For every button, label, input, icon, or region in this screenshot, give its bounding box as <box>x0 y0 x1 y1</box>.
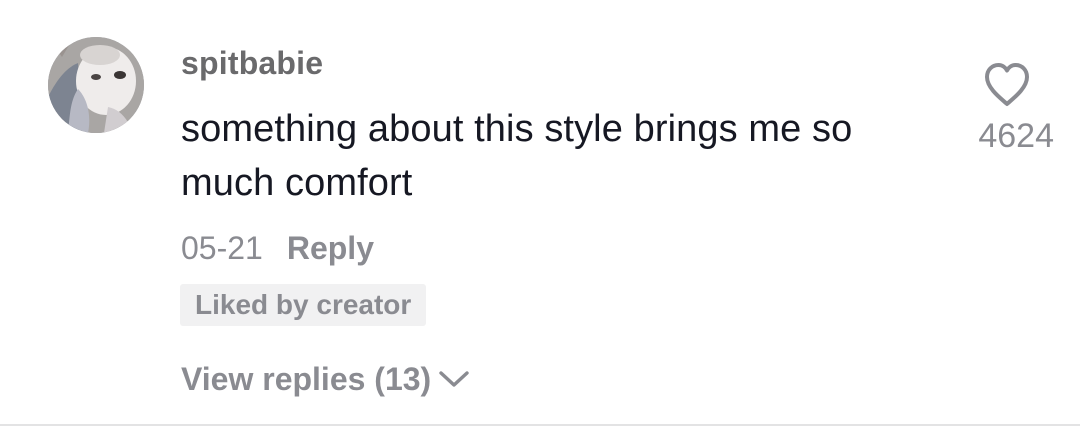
comment-text: something about this style brings me so … <box>181 108 853 204</box>
view-replies-button[interactable]: View replies (13) <box>181 358 471 400</box>
comment-date: 05-21 <box>181 230 263 266</box>
like-area: 4624 <box>944 62 1054 162</box>
like-count: 4624 <box>978 117 1054 155</box>
view-replies-label: View replies (13) <box>181 361 432 397</box>
comment-item: spitbabie something about this style bri… <box>0 0 1080 426</box>
reply-button[interactable]: Reply <box>287 228 374 268</box>
chevron-down-icon <box>437 368 471 390</box>
comment-meta: 05-21 Reply <box>181 228 374 268</box>
heart-outline-icon[interactable] <box>982 62 1032 108</box>
comment-username[interactable]: spitbabie <box>181 44 323 82</box>
liked-by-creator-badge: Liked by creator <box>180 284 427 326</box>
avatar[interactable] <box>48 37 144 133</box>
